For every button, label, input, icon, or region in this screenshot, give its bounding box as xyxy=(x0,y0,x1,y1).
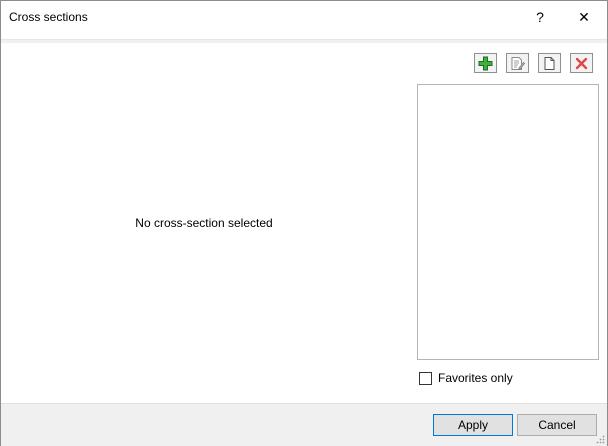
edit-button[interactable] xyxy=(506,53,529,73)
help-button[interactable]: ? xyxy=(517,1,563,33)
favorites-only-checkbox[interactable] xyxy=(419,371,432,385)
resize-grip-icon[interactable] xyxy=(595,434,605,444)
copy-icon xyxy=(544,56,555,70)
cross-sections-dialog: Cross sections ? ✕ No cross-section sele… xyxy=(0,0,608,446)
close-icon: ✕ xyxy=(578,8,590,25)
cross-section-list[interactable] xyxy=(417,84,599,360)
cancel-button[interactable]: Cancel xyxy=(517,414,597,436)
favorites-only-label[interactable]: Favorites only xyxy=(438,371,513,385)
help-icon: ? xyxy=(536,9,544,25)
add-icon xyxy=(478,56,493,70)
delete-button[interactable] xyxy=(570,53,593,73)
delete-icon xyxy=(575,57,588,69)
window-title: Cross sections xyxy=(9,10,88,24)
title-bar: Cross sections ? ✕ xyxy=(1,1,607,33)
close-button[interactable]: ✕ xyxy=(561,1,607,33)
edit-icon xyxy=(511,56,525,70)
favorites-only-row[interactable]: Favorites only xyxy=(419,370,513,386)
empty-selection-message: No cross-section selected xyxy=(135,216,273,230)
dialog-footer: Apply Cancel xyxy=(1,403,607,446)
content-area: No cross-section selected Favorites only xyxy=(1,43,607,403)
copy-button[interactable] xyxy=(538,53,561,73)
apply-button[interactable]: Apply xyxy=(433,414,513,436)
add-button[interactable] xyxy=(474,53,497,73)
